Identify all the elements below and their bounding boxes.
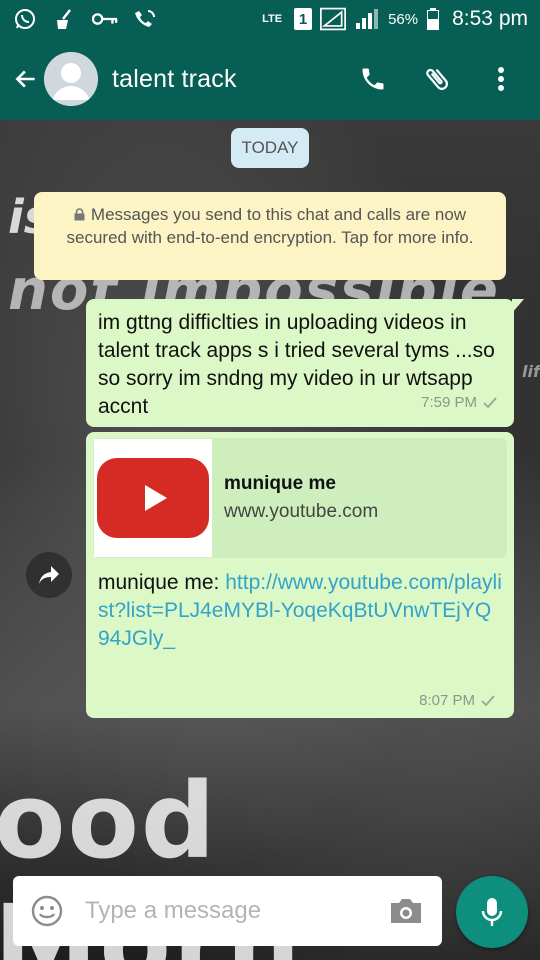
phone-call-icon[interactable] xyxy=(356,62,390,96)
signal-icon-2 xyxy=(354,8,380,30)
message-meta: 8:07 PM xyxy=(419,692,496,709)
clock: 8:53 pm xyxy=(452,7,528,30)
sent-check-icon xyxy=(481,694,495,706)
outgoing-link-message[interactable]: munique me www.youtube.com munique me: h… xyxy=(86,432,514,718)
cleaner-icon xyxy=(52,8,78,30)
link-preview-thumbnail xyxy=(94,439,212,557)
sent-check-icon xyxy=(483,397,497,409)
more-options-icon[interactable] xyxy=(484,62,518,96)
message-text: munique me: http://www.youtube.com/playl… xyxy=(98,569,502,653)
microphone-icon[interactable] xyxy=(456,876,528,948)
camera-icon[interactable] xyxy=(386,891,426,931)
emoji-icon[interactable] xyxy=(27,891,67,931)
signal-icon-1 xyxy=(320,7,347,31)
key-icon xyxy=(92,8,118,30)
battery-percent: 56% xyxy=(388,10,419,28)
message-text-prefix: munique me: xyxy=(98,571,226,594)
message-composer xyxy=(13,876,442,946)
link-preview-domain: www.youtube.com xyxy=(224,501,379,522)
encryption-notice[interactable]: Messages you send to this chat and calls… xyxy=(34,192,506,280)
chat-header: talent track xyxy=(0,38,540,120)
outgoing-message[interactable]: im gttng difficlties in uploading videos… xyxy=(86,299,524,427)
message-meta: 7:59 PM xyxy=(421,389,498,417)
status-bar: LTE 1 56% 8:53 pm xyxy=(0,0,540,38)
date-chip: TODAY xyxy=(231,128,309,168)
wifi-call-icon xyxy=(132,8,158,30)
bubble-tail xyxy=(512,299,524,313)
encryption-notice-text: Messages you send to this chat and calls… xyxy=(66,205,474,247)
wallpaper-text-side: lif xyxy=(522,362,540,381)
battery-icon xyxy=(426,8,440,30)
sim-slot-badge: 1 xyxy=(294,8,313,30)
whatsapp-notification-icon xyxy=(12,8,38,30)
back-arrow-icon[interactable] xyxy=(4,57,48,101)
lock-icon xyxy=(74,204,85,221)
youtube-logo-icon xyxy=(97,458,209,538)
link-preview-title: munique me xyxy=(224,473,336,494)
network-type-label: LTE xyxy=(262,12,283,25)
message-time: 7:59 PM xyxy=(421,394,477,411)
contact-avatar[interactable] xyxy=(44,52,98,106)
forward-icon[interactable] xyxy=(26,552,72,598)
contact-name[interactable]: talent track xyxy=(112,65,237,94)
attachment-icon[interactable] xyxy=(420,62,454,96)
message-time: 8:07 PM xyxy=(419,692,475,709)
link-preview[interactable]: munique me www.youtube.com xyxy=(93,438,507,558)
message-input[interactable] xyxy=(85,897,365,925)
